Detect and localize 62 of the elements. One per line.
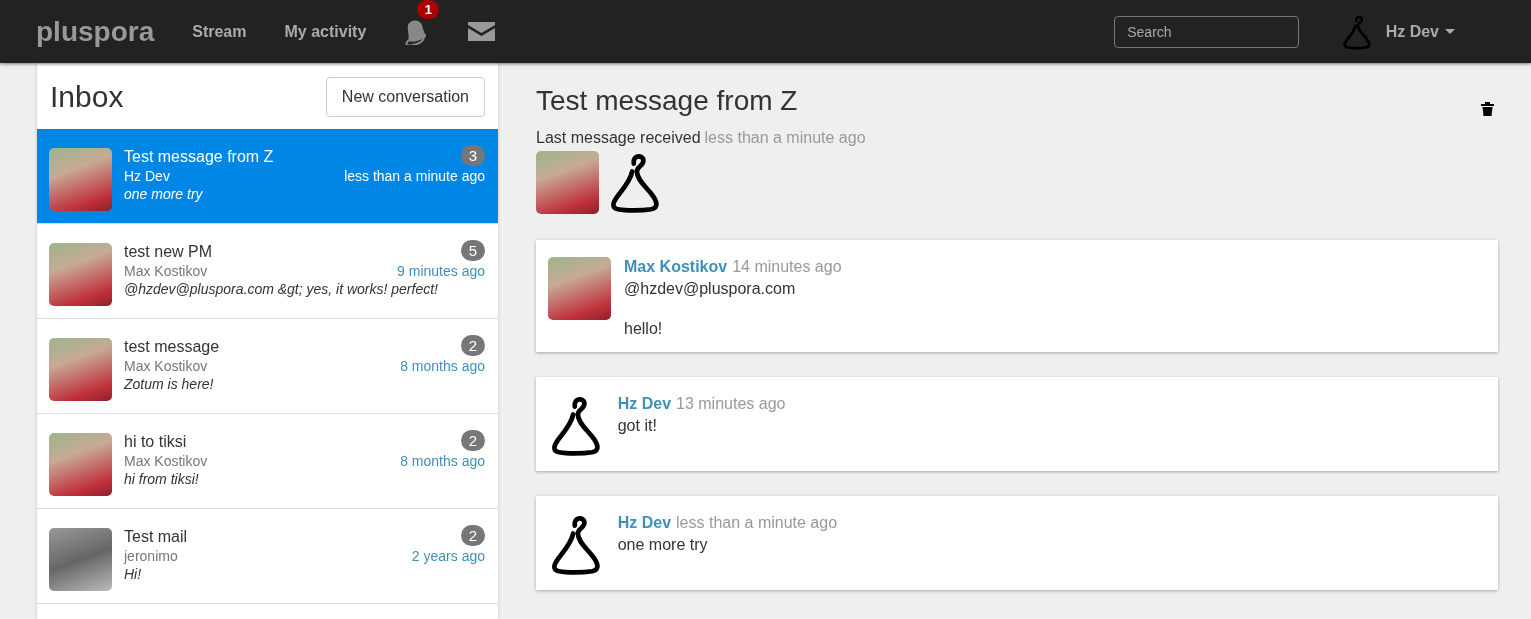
- conversation-time: 9 minutes ago: [397, 263, 485, 279]
- avatar-photo-placeholder: [49, 338, 112, 401]
- user-menu[interactable]: Hz Dev: [1385, 22, 1455, 41]
- conversation-subject: Test message from Z: [124, 148, 275, 166]
- participant-photo-placeholder: [536, 151, 599, 214]
- message-text: one more try: [617, 536, 709, 554]
- last-message-label: Last message received: [536, 129, 701, 147]
- search-field[interactable]: Search: [1114, 15, 1300, 48]
- message-text: got it!: [617, 417, 658, 435]
- brand-logo[interactable]: pluspora: [36, 15, 155, 48]
- notification-count: 1: [417, 0, 440, 19]
- conversation-author: Hz Dev: [124, 168, 171, 184]
- conversation-item[interactable]: Test mail 2 jeronimo 2 years ago Hi!: [37, 509, 498, 604]
- trash-icon[interactable]: [1481, 101, 1494, 116]
- conversation-author: Max Kostikov: [124, 358, 209, 374]
- nav-link[interactable]: Stream: [192, 22, 247, 41]
- conversation-preview: Zotum is here!: [124, 376, 215, 392]
- avatar-photo-placeholder: [49, 433, 112, 496]
- conversation-time: 8 months ago: [400, 453, 485, 469]
- conversation-preview: Hi!: [124, 566, 143, 582]
- nav-link[interactable]: My activity: [284, 22, 367, 41]
- conversation-title: Test message from Z: [536, 85, 798, 117]
- avatar-photo-placeholder: [49, 243, 112, 306]
- avatar-photo-placeholder: [49, 528, 112, 591]
- message-time: less than a minute ago: [676, 514, 838, 532]
- conversation-author: Max Kostikov: [124, 453, 209, 469]
- conversation-time: 8 months ago: [400, 358, 485, 374]
- caret-icon: [1445, 29, 1455, 34]
- conversation-subject: hi to tiksi: [124, 433, 188, 451]
- inbox-title: Inbox: [50, 80, 124, 114]
- new-conversation-button[interactable]: New conversation: [325, 77, 485, 117]
- author-link[interactable]: Hz Dev: [617, 395, 672, 413]
- conversation-item[interactable]: test message 2 Max Kostikov 8 months ago Zotum is here!: [37, 319, 498, 414]
- message-text: hello!: [624, 320, 664, 338]
- message-time: 14 minutes ago: [732, 258, 842, 276]
- conversation-time: 2 years ago: [411, 548, 485, 564]
- message-count: 2: [461, 430, 485, 451]
- message-text: @hzdev@pluspora.com: [624, 280, 797, 298]
- message-count: 2: [461, 335, 485, 356]
- conversation-time: less than a minute ago: [344, 168, 485, 184]
- conversation-item[interactable]: test new PM 5 Max Kostikov 9 minutes ago @hzdev@pluspora.com &gt; yes, it works! perfect!: [37, 224, 498, 319]
- message-count: 3: [461, 145, 485, 166]
- conversation-subject: Test mail: [124, 528, 189, 546]
- conversation-subject: test message: [124, 338, 221, 356]
- mail-icon[interactable]: [468, 22, 496, 41]
- conversation-author: jeronimo: [124, 548, 179, 564]
- conversation-subject: test new PM: [124, 243, 214, 261]
- last-message-time: less than a minute ago: [704, 129, 866, 147]
- conversation-item[interactable]: Test message from Z 3 Hz Dev less than a minute ago one more try: [37, 129, 498, 224]
- conversation-preview: one more try: [124, 186, 204, 202]
- message-time: 13 minutes ago: [676, 395, 786, 413]
- conversation-item[interactable]: hi to tiksi 2 Max Kostikov 8 months ago hi from tiksi!: [37, 414, 498, 509]
- conversation-preview: @hzdev@pluspora.com &gt; yes, it works! perfect!: [124, 281, 439, 297]
- message-count: 5: [461, 240, 485, 261]
- sender-photo-placeholder: [548, 257, 611, 320]
- conversation-preview: hi from tiksi!: [124, 471, 200, 487]
- conversation-author: Max Kostikov: [124, 263, 209, 279]
- author-link[interactable]: Max Kostikov: [624, 258, 728, 276]
- author-link[interactable]: Hz Dev: [617, 514, 672, 532]
- user-avatar-bell-icon: [1341, 13, 1374, 50]
- avatar-photo-placeholder: [49, 148, 112, 211]
- message-count: 2: [461, 525, 485, 546]
